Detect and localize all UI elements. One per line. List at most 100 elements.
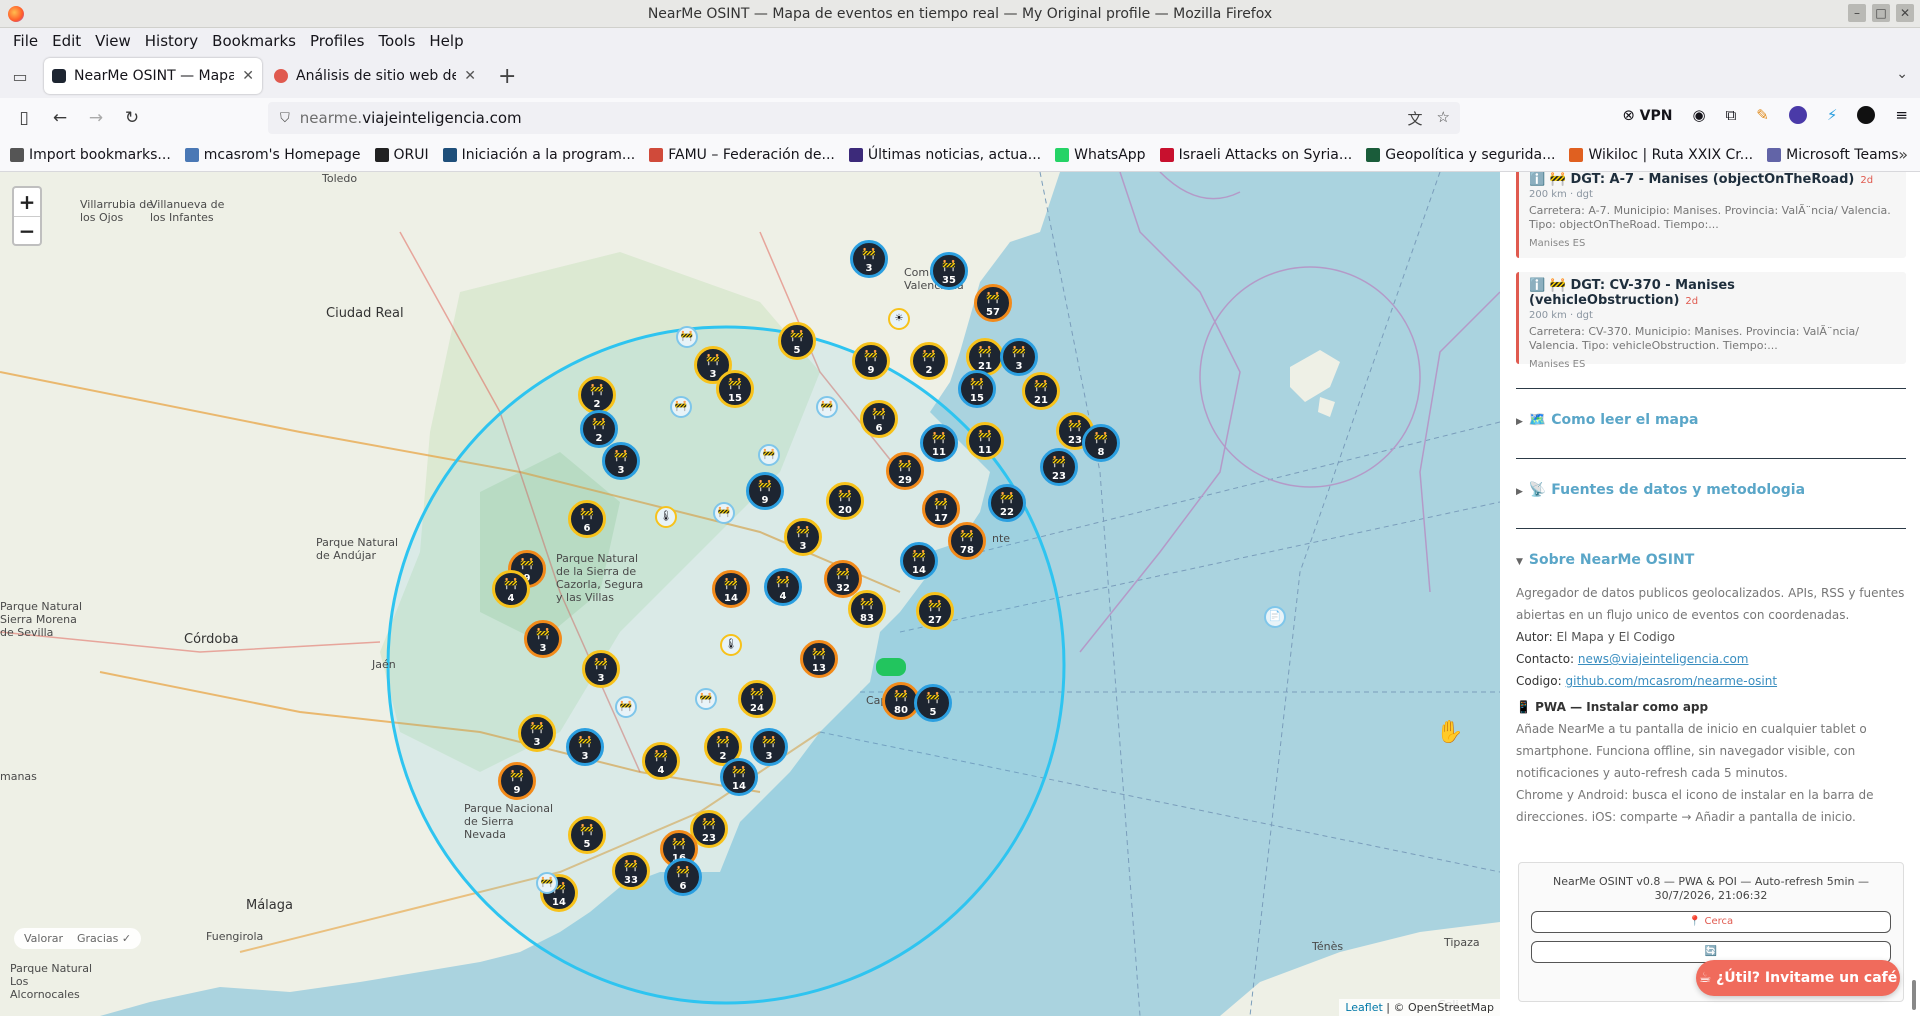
bookmarks-overflow-icon[interactable]: »: [1898, 145, 1908, 164]
minimize-button[interactable]: –: [1848, 4, 1866, 22]
event-cluster-marker[interactable]: 🚧 15: [716, 370, 754, 408]
event-cluster-marker[interactable]: 🚧 78: [948, 522, 986, 560]
close-tab-icon[interactable]: ✕: [242, 68, 254, 84]
event-cluster-marker[interactable]: 🚧 2: [910, 342, 948, 380]
bookmark-star-icon[interactable]: ☆: [1437, 108, 1450, 129]
temperature-pin[interactable]: 🌡: [720, 634, 742, 656]
roadwork-pin[interactable]: 🚧: [816, 396, 838, 418]
event-cluster-marker[interactable]: 🚧 6: [860, 400, 898, 438]
map-area[interactable]: + − Toledo Villarrubia de los Ojos Villanu…: [0, 172, 1500, 1016]
menu-bookmarks[interactable]: Bookmarks: [205, 32, 303, 50]
event-cluster-marker[interactable]: 🚧 11: [920, 424, 958, 462]
github-link[interactable]: github.com/mcasrom/nearme-osint: [1566, 674, 1778, 688]
event-cluster-marker[interactable]: 🚧 5: [568, 816, 606, 854]
event-cluster-marker[interactable]: 🚧 14: [712, 570, 750, 608]
event-cluster-marker[interactable]: 🚧 29: [886, 452, 924, 490]
event-cluster-marker[interactable]: 🚧 6: [664, 858, 702, 896]
sea-event-pin[interactable]: 📄: [1264, 606, 1286, 628]
new-tab-button[interactable]: +: [498, 64, 516, 89]
maximize-button[interactable]: □: [1872, 4, 1890, 22]
event-card[interactable]: ℹ️ 🚧 DGT: CV-370 - Manises (vehicleObstr…: [1516, 272, 1906, 370]
menu-tools[interactable]: Tools: [371, 32, 422, 50]
menu-edit[interactable]: Edit: [45, 32, 88, 50]
event-cluster-marker[interactable]: 🚧 8: [1082, 424, 1120, 462]
event-cluster-marker[interactable]: 🚧 3: [582, 650, 620, 688]
menu-history[interactable]: History: [138, 32, 205, 50]
how-to-read-toggle[interactable]: ▶ 🗺️ Como leer el mapa: [1516, 412, 1698, 428]
about-toggle[interactable]: ▼ Sobre NearMe OSINT: [1516, 552, 1694, 568]
leaflet-link[interactable]: Leaflet: [1345, 1001, 1382, 1014]
event-cluster-marker[interactable]: 🚧9: [746, 472, 784, 510]
roadwork-pin[interactable]: 🚧: [695, 688, 717, 710]
account-icon[interactable]: ◉: [1692, 106, 1705, 124]
tab-overflow-chevron-icon[interactable]: ⌄: [1896, 66, 1908, 82]
hamburger-menu-icon[interactable]: ≡: [1895, 106, 1908, 124]
roadwork-pin[interactable]: 🚧: [713, 502, 735, 524]
event-cluster-marker[interactable]: 🚧 4: [492, 570, 530, 608]
extension-lightning-icon[interactable]: ⚡: [1827, 106, 1838, 124]
event-cluster-marker[interactable]: 🚧 83: [848, 590, 886, 628]
bookmark-item[interactable]: FAMU – Federación de...: [649, 147, 835, 163]
menu-file[interactable]: File: [6, 32, 45, 50]
tab-nearme[interactable]: NearMe OSINT — Mapa d ✕: [44, 58, 262, 94]
translate-icon[interactable]: 文: [1408, 108, 1423, 129]
event-cluster-marker[interactable]: 🚧 15: [958, 370, 996, 408]
close-window-button[interactable]: ✕: [1896, 4, 1914, 22]
event-cluster-marker[interactable]: 🚧 4: [642, 742, 680, 780]
rating-widget[interactable]: Valorar Gracias ✓: [14, 928, 142, 949]
scrollbar-thumb[interactable]: [1912, 980, 1916, 1010]
bookmark-item[interactable]: Últimas noticias, actua...: [848, 147, 1041, 163]
event-cluster-marker[interactable]: 🚧 22: [988, 484, 1026, 522]
event-cluster-marker[interactable]: 🚧 14: [900, 542, 938, 580]
event-cluster-marker[interactable]: 🚧 5: [914, 684, 952, 722]
extension-purple-icon[interactable]: [1788, 106, 1807, 124]
weather-pin[interactable]: ☀: [888, 308, 910, 330]
roadwork-pin[interactable]: 🚧: [758, 444, 780, 466]
zoom-out-button[interactable]: −: [14, 216, 40, 244]
site-info-icon[interactable]: ⛉: [280, 111, 290, 126]
event-cluster-marker[interactable]: 🚧 20: [826, 482, 864, 520]
event-cluster-marker[interactable]: 🚧 27: [916, 592, 954, 630]
event-cluster-marker[interactable]: 🚧9: [852, 342, 890, 380]
event-cluster-marker[interactable]: 🚧9: [498, 762, 536, 800]
event-cluster-marker[interactable]: 🚧 6: [568, 500, 606, 538]
zoom-in-button[interactable]: +: [14, 188, 40, 216]
event-cluster-marker[interactable]: 🚧 5: [778, 322, 816, 360]
event-cluster-marker[interactable]: 🚧 23: [1040, 448, 1078, 486]
event-cluster-marker[interactable]: 🚧 17: [922, 490, 960, 528]
event-card[interactable]: ℹ️ 🚧 DGT: A-7 - Manises (objectOnTheRoad…: [1516, 172, 1906, 258]
menu-profiles[interactable]: Profiles: [303, 32, 371, 50]
near-me-button[interactable]: 📍 Cerca: [1531, 911, 1891, 933]
roadwork-pin[interactable]: 🚧: [536, 872, 558, 894]
bookmark-item[interactable]: Microsoft Teams: [1767, 147, 1899, 163]
tab-list-icon[interactable]: ▭: [0, 67, 40, 86]
extension-badge-icon[interactable]: ✎: [1756, 106, 1769, 124]
roadwork-pin[interactable]: 🚧: [676, 326, 698, 348]
bookmark-item[interactable]: Geopolítica y segurida...: [1366, 147, 1555, 163]
event-cluster-marker[interactable]: 🚧 3: [518, 714, 556, 752]
close-tab-icon[interactable]: ✕: [464, 68, 476, 84]
menu-view[interactable]: View: [88, 32, 138, 50]
roadwork-pin[interactable]: 🚧: [615, 696, 637, 718]
event-cluster-marker[interactable]: 🚧 11: [966, 422, 1004, 460]
temperature-pin[interactable]: 🌡: [655, 506, 677, 528]
forward-button[interactable]: →: [78, 108, 114, 128]
event-cluster-marker[interactable]: 🚧 3: [566, 728, 604, 766]
bookmark-item[interactable]: Iniciación a la program...: [442, 147, 635, 163]
event-cluster-marker[interactable]: 🚧 3: [524, 620, 562, 658]
vpn-button[interactable]: ⊗ VPN: [1622, 106, 1672, 124]
event-cluster-marker[interactable]: 🚧 3: [1000, 338, 1038, 376]
event-cluster-marker[interactable]: 🚧 21: [1022, 372, 1060, 410]
event-cluster-marker[interactable]: 🚧 2: [578, 376, 616, 414]
osm-attribution[interactable]: © OpenStreetMap: [1393, 1001, 1494, 1014]
bookmark-item[interactable]: Wikiloc | Ruta XXIX Cr...: [1569, 147, 1753, 163]
bookmark-item[interactable]: WhatsApp: [1055, 147, 1146, 163]
event-cluster-marker[interactable]: 🚧 24: [738, 680, 776, 718]
extension-dark-icon[interactable]: [1857, 106, 1876, 124]
tab-analisis[interactable]: Análisis de sitio web de vi ✕: [266, 58, 484, 94]
event-cluster-marker[interactable]: 🚧 3: [850, 240, 888, 278]
bookmark-item[interactable]: mcasrom's Homepage: [184, 147, 361, 163]
rate-button[interactable]: Valorar: [24, 932, 63, 945]
bookmark-item[interactable]: Israeli Attacks on Syria...: [1159, 147, 1352, 163]
reload-button[interactable]: ↻: [114, 108, 150, 128]
